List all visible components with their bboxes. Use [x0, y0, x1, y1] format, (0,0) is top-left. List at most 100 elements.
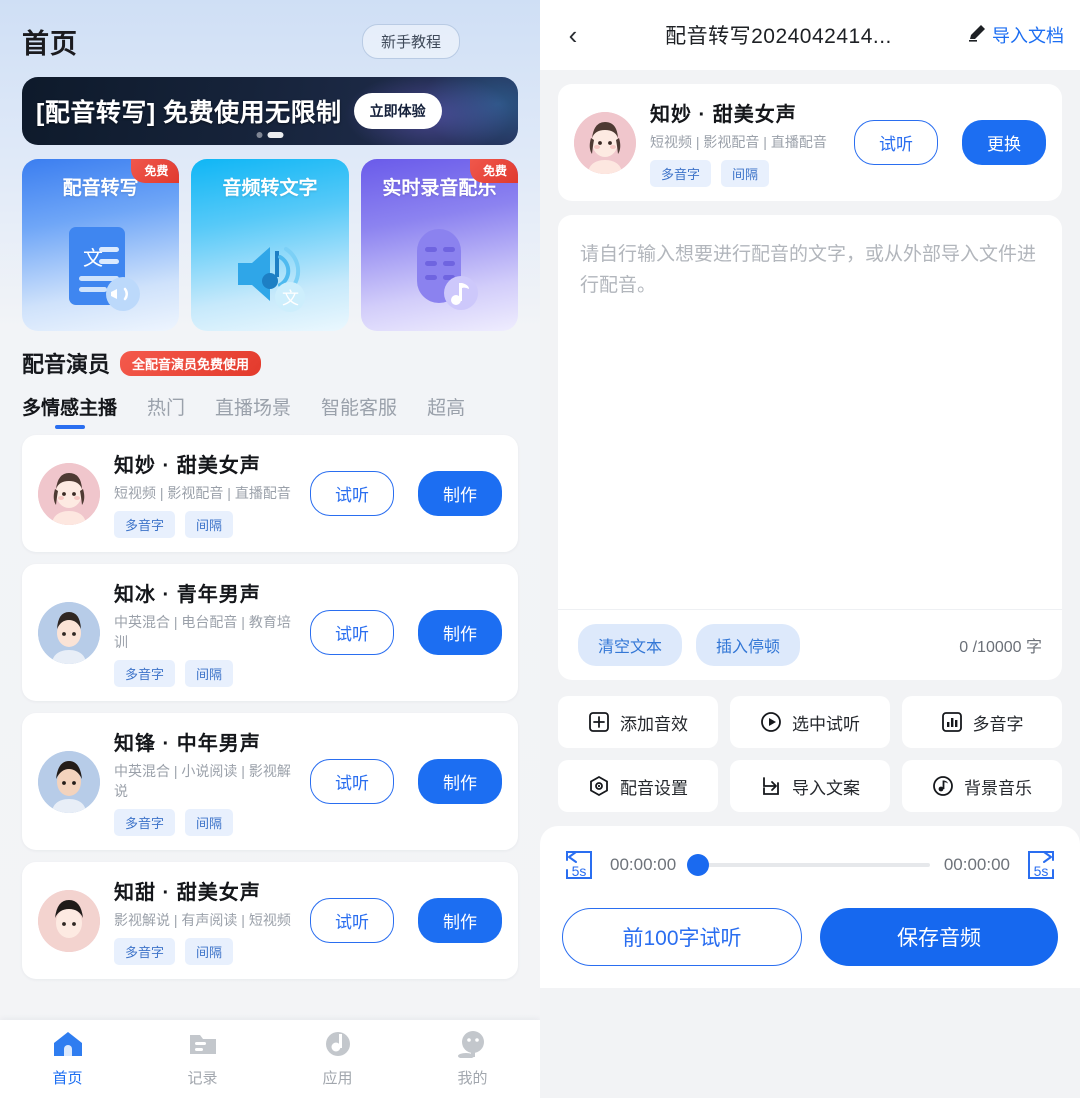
- voice-actor-section-header: 配音演员 全配音演员免费使用: [0, 331, 540, 379]
- chip-interval: 间隔: [185, 938, 234, 965]
- editor-toolbar: 清空文本 插入停顿 0 /10000 字: [558, 609, 1062, 680]
- voice-name: 知妙 · 甜美女声: [650, 104, 797, 126]
- nav-item-profile[interactable]: 我的: [405, 1030, 540, 1088]
- nav-item-home[interactable]: 首页: [0, 1030, 135, 1088]
- section-badge: 全配音演员免费使用: [120, 350, 262, 376]
- progress-slider[interactable]: [687, 854, 930, 876]
- skip-forward-5s-button[interactable]: 5s: [1024, 848, 1058, 882]
- actor-tags: 中英混合 | 电台配音 | 教育培训: [114, 614, 291, 650]
- insert-pause-button[interactable]: 插入停顿: [696, 624, 801, 666]
- actor-name: 知锋 · 中年男声: [114, 733, 261, 755]
- bar-chart-square-icon: [941, 711, 963, 733]
- voice-settings-button[interactable]: 配音设置: [558, 760, 718, 812]
- actor-info: 知妙 · 甜美女声 短视频 | 影视配音 | 直播配音 多音字 间隔: [114, 449, 296, 538]
- actor-chips: 多音字 间隔: [114, 938, 296, 965]
- actor-name: 知冰 · 青年男声: [114, 584, 261, 606]
- document-sound-icon: 文: [22, 215, 179, 325]
- avatar: [38, 750, 100, 813]
- editor-body: 知妙 · 甜美女声 短视频 | 影视配音 | 直播配音 多音字 间隔 试听 更换…: [540, 70, 1080, 1098]
- actor-tags: 中英混合 | 小说阅读 | 影视解说: [114, 763, 291, 799]
- import-document-label: 导入文档: [992, 26, 1064, 46]
- list-item[interactable]: 知冰 · 青年男声 中英混合 | 电台配音 | 教育培训 多音字 间隔 试听 制…: [22, 564, 518, 701]
- home-header: 首页 新手教程: [0, 0, 540, 61]
- promo-banner-button[interactable]: 立即体验: [353, 93, 442, 129]
- make-button[interactable]: 制作: [418, 759, 502, 804]
- chip-polyphone: 多音字: [650, 160, 712, 187]
- speaker-text-icon: 文: [191, 215, 348, 325]
- chip-interval: 间隔: [185, 809, 234, 836]
- tab-live-scene[interactable]: 直播场景: [215, 393, 291, 429]
- listen-button[interactable]: 试听: [310, 898, 394, 943]
- import-document-button[interactable]: 导入文档: [967, 22, 1064, 48]
- free-badge: 免费: [469, 159, 518, 183]
- chip-polyphone: 多音字: [114, 660, 176, 687]
- banner-dot[interactable]: [256, 132, 263, 138]
- nav-label: 记录: [187, 1070, 218, 1087]
- tutorial-button[interactable]: 新手教程: [361, 24, 460, 59]
- tab-hot[interactable]: 热门: [147, 393, 185, 429]
- skip-back-5s-button[interactable]: 5s: [562, 848, 596, 882]
- function-grid: 添加音效 选中试听 多音字 配音设置 导入文案 背景音乐: [558, 696, 1062, 812]
- tab-smart-service[interactable]: 智能客服: [321, 393, 397, 429]
- character-count-current: 0: [959, 639, 969, 656]
- listen-button[interactable]: 试听: [310, 759, 394, 804]
- list-item[interactable]: 知甜 · 甜美女声 影视解说 | 有声阅读 | 短视频 多音字 间隔 试听 制作: [22, 862, 518, 979]
- banner-dots: [256, 132, 284, 138]
- feature-card-live-record[interactable]: 免费 实时录音配乐: [360, 159, 518, 331]
- total-time: 00:00:00: [943, 855, 1010, 874]
- selected-voice-card: 知妙 · 甜美女声 短视频 | 影视配音 | 直播配音 多音字 间隔 试听 更换: [558, 84, 1062, 201]
- polyphone-button[interactable]: 多音字: [902, 696, 1062, 748]
- import-text-button[interactable]: 导入文案: [730, 760, 890, 812]
- chip-polyphone: 多音字: [114, 809, 176, 836]
- progress-knob[interactable]: [687, 854, 710, 876]
- actor-tags: 短视频 | 影视配音 | 直播配音: [114, 485, 291, 501]
- nav-item-records[interactable]: 记录: [135, 1030, 270, 1088]
- change-voice-button[interactable]: 更换: [962, 120, 1046, 165]
- voice-info: 知妙 · 甜美女声 短视频 | 影视配音 | 直播配音 多音字 间隔: [650, 98, 840, 187]
- import-arrow-icon: [760, 775, 782, 797]
- feature-card-transcribe[interactable]: 免费 配音转写 文: [22, 159, 180, 331]
- skip-back-label: 5s: [571, 863, 587, 879]
- preview-100-chars-button[interactable]: 前100字试听: [562, 908, 802, 966]
- chip-interval: 间隔: [185, 511, 234, 538]
- nav-item-apps[interactable]: 应用: [270, 1030, 405, 1088]
- listen-button[interactable]: 试听: [310, 610, 394, 655]
- play-selection-button[interactable]: 选中试听: [730, 696, 890, 748]
- actor-chips: 多音字 间隔: [114, 660, 296, 687]
- promo-banner[interactable]: [配音转写] 免费使用无限制 立即体验: [22, 77, 518, 145]
- text-input-area[interactable]: 请自行输入想要进行配音的文字，或从外部导入文件进行配音。: [558, 215, 1062, 609]
- list-item[interactable]: 知锋 · 中年男声 中英混合 | 小说阅读 | 影视解说 多音字 间隔 试听 制…: [22, 713, 518, 850]
- background-music-button[interactable]: 背景音乐: [902, 760, 1062, 812]
- tab-more[interactable]: 超高: [427, 393, 465, 429]
- bottom-navigation: 首页 记录 应用 我的: [0, 1020, 540, 1098]
- category-tabs: 多情感主播 热门 直播场景 智能客服 超高: [0, 379, 540, 429]
- make-button[interactable]: 制作: [418, 898, 502, 943]
- add-sound-effect-button[interactable]: 添加音效: [558, 696, 718, 748]
- list-item[interactable]: 知妙 · 甜美女声 短视频 | 影视配音 | 直播配音 多音字 间隔 试听 制作: [22, 435, 518, 552]
- banner-dot-active[interactable]: [267, 132, 284, 138]
- svg-text:文: 文: [282, 289, 299, 309]
- profile-icon: [457, 1030, 488, 1063]
- clear-text-button[interactable]: 清空文本: [578, 624, 683, 666]
- avatar: [38, 601, 100, 664]
- text-editor-card: 请自行输入想要进行配音的文字，或从外部导入文件进行配音。 清空文本 插入停顿 0…: [558, 215, 1062, 680]
- voice-chips: 多音字 间隔: [650, 160, 840, 187]
- listen-button[interactable]: 试听: [310, 471, 394, 516]
- back-button[interactable]: ‹: [556, 22, 590, 48]
- actor-tags: 影视解说 | 有声阅读 | 短视频: [114, 912, 291, 928]
- make-button[interactable]: 制作: [418, 471, 502, 516]
- home-panel: 首页 新手教程 [配音转写] 免费使用无限制 立即体验 免费 配音转写 文 音频…: [0, 0, 540, 1098]
- skip-forward-label: 5s: [1033, 863, 1049, 879]
- project-title[interactable]: 配音转写2024042414...: [598, 20, 959, 50]
- audio-player: 5s 00:00:00 00:00:00 5s 前100字试听 保存音频: [540, 826, 1080, 988]
- microphone-music-icon: [361, 215, 518, 325]
- save-audio-button[interactable]: 保存音频: [820, 908, 1058, 966]
- listen-button[interactable]: 试听: [854, 120, 938, 165]
- chip-polyphone: 多音字: [114, 511, 176, 538]
- plus-square-icon: [588, 711, 610, 733]
- function-label: 配音设置: [620, 778, 688, 798]
- feature-card-audio-to-text[interactable]: 音频转文字 文: [191, 159, 349, 331]
- tab-emotional-host[interactable]: 多情感主播: [22, 393, 117, 429]
- make-button[interactable]: 制作: [418, 610, 502, 655]
- feature-card-label: 音频转文字: [222, 178, 318, 199]
